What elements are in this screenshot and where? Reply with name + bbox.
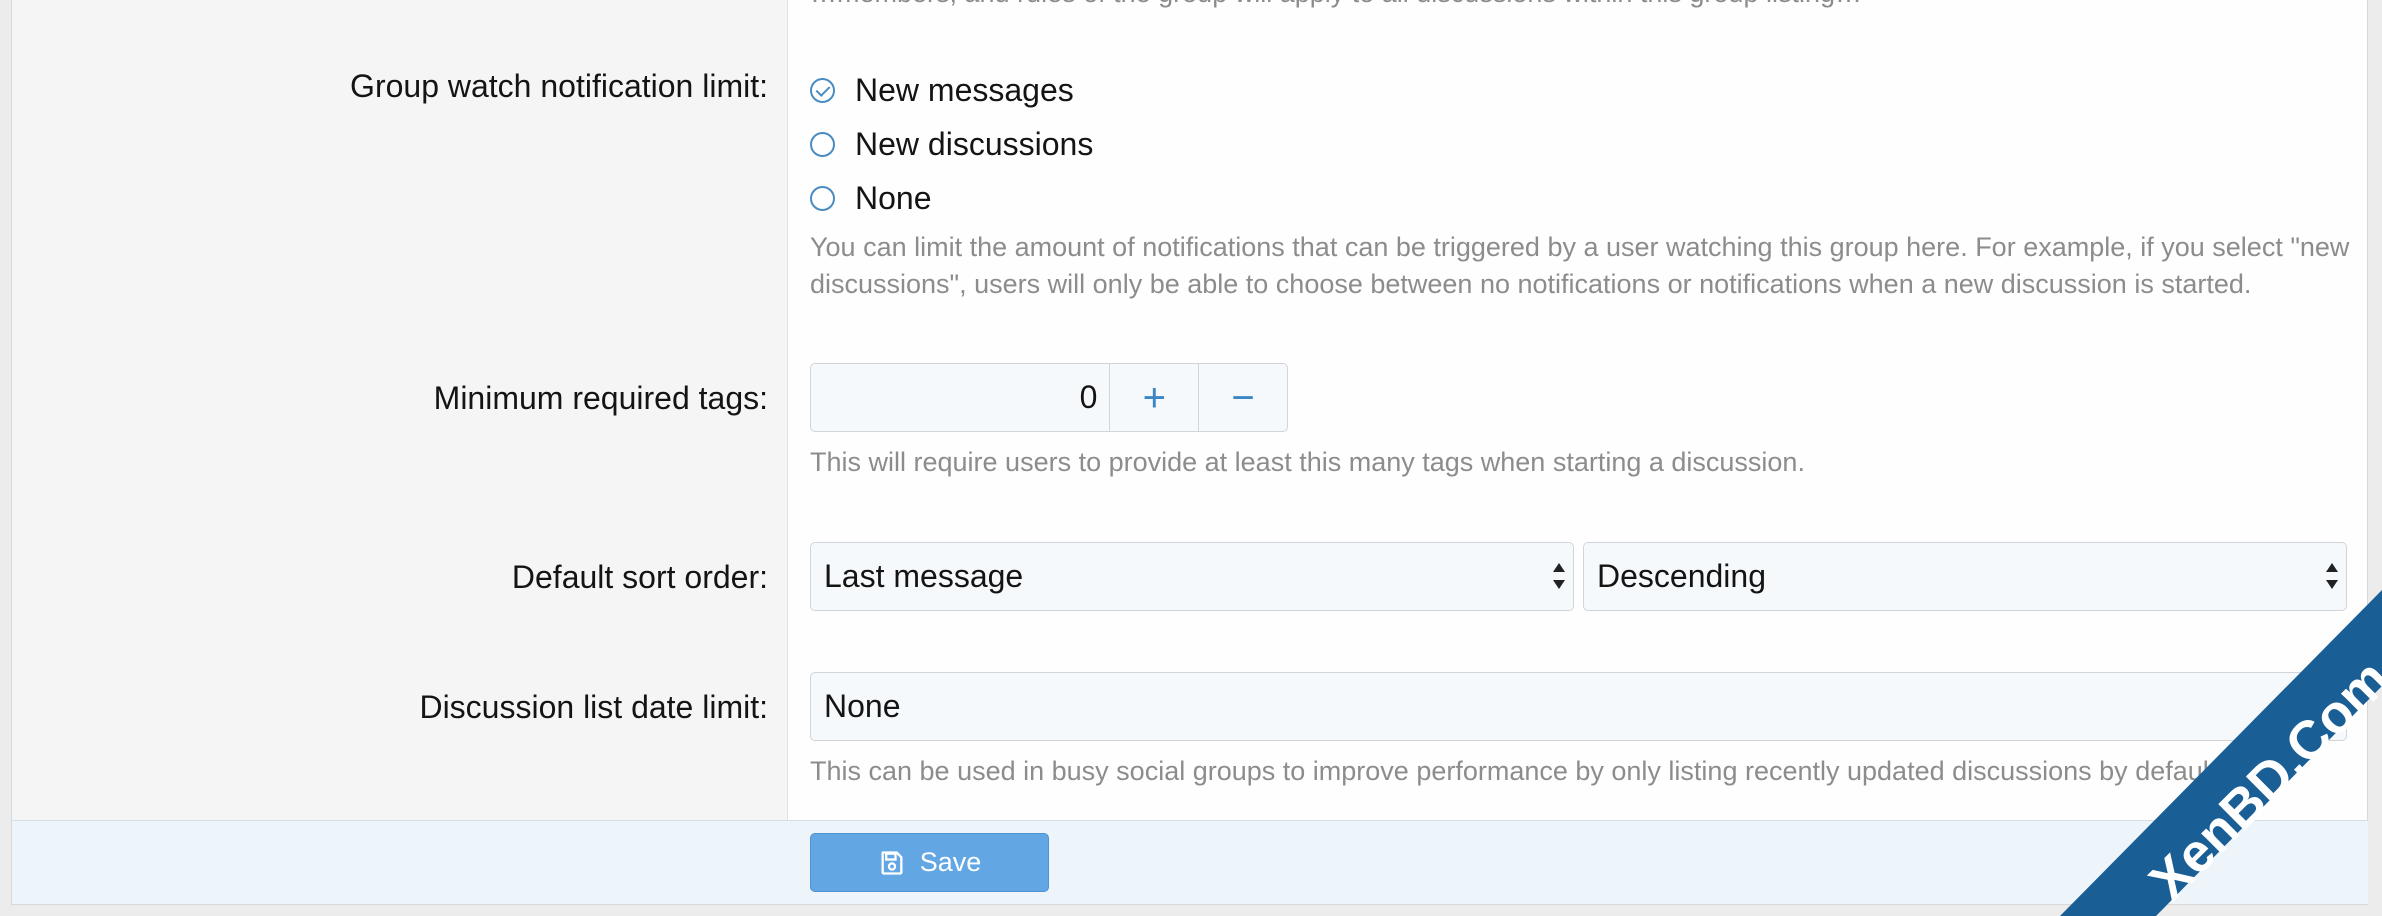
form-footer xyxy=(12,820,2368,904)
radio-unchecked-icon[interactable] xyxy=(810,185,835,211)
save-icon xyxy=(881,850,903,875)
decrement-button[interactable]: − xyxy=(1199,364,1287,431)
radio-label: New messages xyxy=(855,71,1074,108)
sort-field-value: Last message xyxy=(824,558,1024,594)
radio-unchecked-icon[interactable] xyxy=(810,131,835,157)
save-button[interactable]: Save xyxy=(810,833,1049,892)
sort-order-label: Default sort order: xyxy=(511,559,768,595)
select-arrows-icon xyxy=(1553,563,1565,589)
date-limit-hint: This can be used in busy social groups t… xyxy=(810,756,2224,786)
clipped-hint-text: …members, and rules of the group will ap… xyxy=(810,0,1862,9)
group-watch-hint-line-1: You can limit the amount of notification… xyxy=(810,232,2350,262)
radio-label: New discussions xyxy=(855,125,1094,162)
sort-field-select[interactable]: Last message xyxy=(810,542,1574,611)
min-tags-hint: This will require users to provide at le… xyxy=(810,447,1805,477)
radio-checked-icon[interactable] xyxy=(810,77,835,103)
min-tags-input[interactable]: 0 xyxy=(811,364,1111,431)
watermark-ribbon: XenBD.Com xyxy=(2060,590,2382,916)
watermark-text: XenBD.Com xyxy=(2138,648,2382,911)
group-watch-hint-line-2: discussions", users will only be able to… xyxy=(810,269,2252,299)
radio-new-discussions[interactable]: New discussions xyxy=(810,124,1093,164)
save-label: Save xyxy=(919,847,982,877)
min-tags-label: Minimum required tags: xyxy=(433,380,768,416)
select-arrows-icon xyxy=(2326,563,2338,589)
min-tags-stepper: 0 + − xyxy=(810,363,1288,432)
group-watch-label: Group watch notification limit: xyxy=(350,68,768,104)
increment-button[interactable]: + xyxy=(1110,364,1200,431)
sort-direction-value: Descending xyxy=(1597,558,1766,594)
date-limit-label: Discussion list date limit: xyxy=(419,689,768,725)
radio-none[interactable]: None xyxy=(810,178,932,218)
radio-label: None xyxy=(855,179,932,216)
radio-new-messages[interactable]: New messages xyxy=(810,70,1074,110)
date-limit-value: None xyxy=(824,688,901,724)
